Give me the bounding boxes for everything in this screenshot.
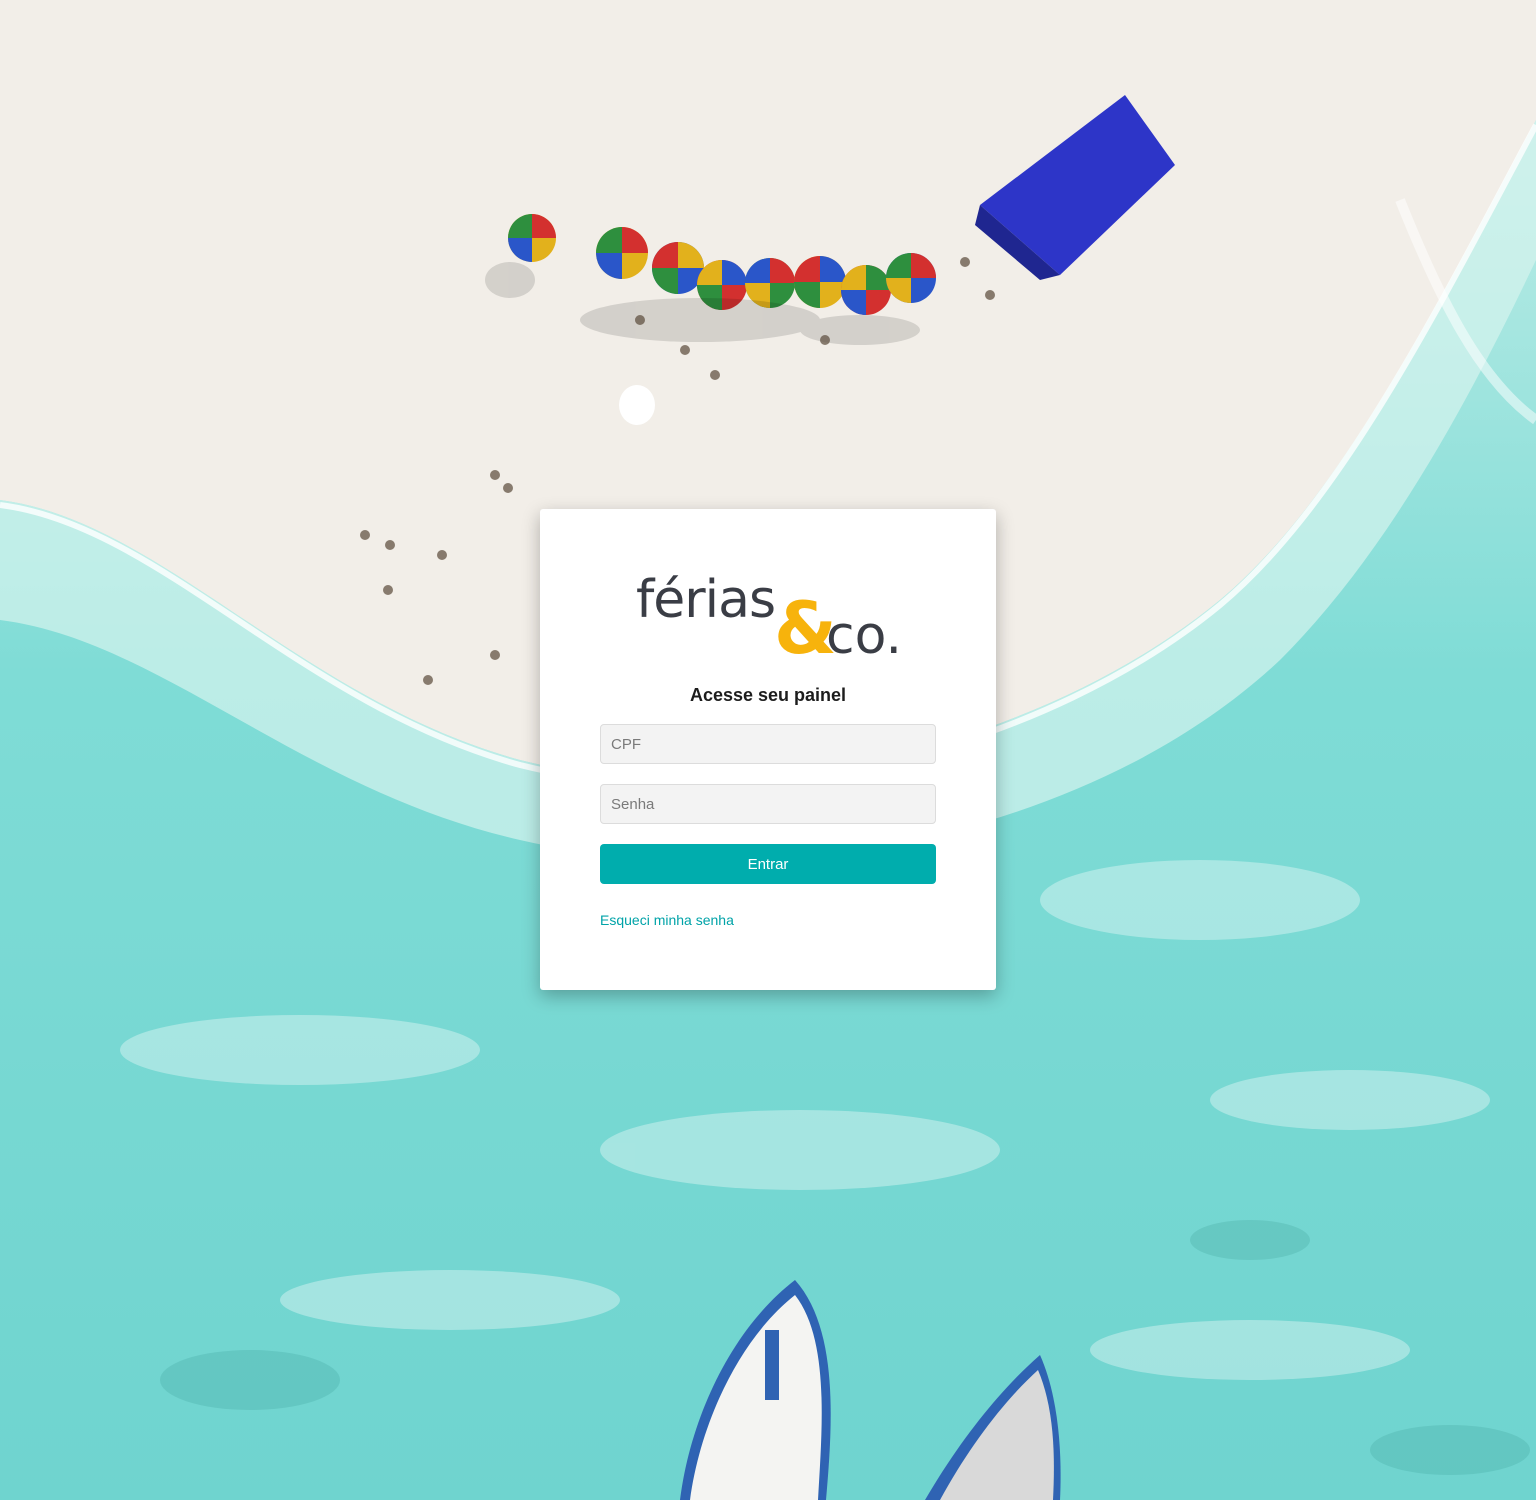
svg-text:co.: co. [826, 606, 902, 659]
entrar-button[interactable]: Entrar [600, 844, 936, 884]
senha-input[interactable] [600, 784, 936, 824]
login-card: férias & co. Acesse seu painel Entrar Es… [540, 509, 996, 990]
svg-text:férias: férias [636, 570, 775, 630]
ferias-co-logo: férias & co. [636, 570, 902, 659]
cpf-input[interactable] [600, 724, 936, 764]
forgot-password-link[interactable]: Esqueci minha senha [600, 912, 734, 928]
login-heading: Acesse seu painel [689, 685, 847, 705]
